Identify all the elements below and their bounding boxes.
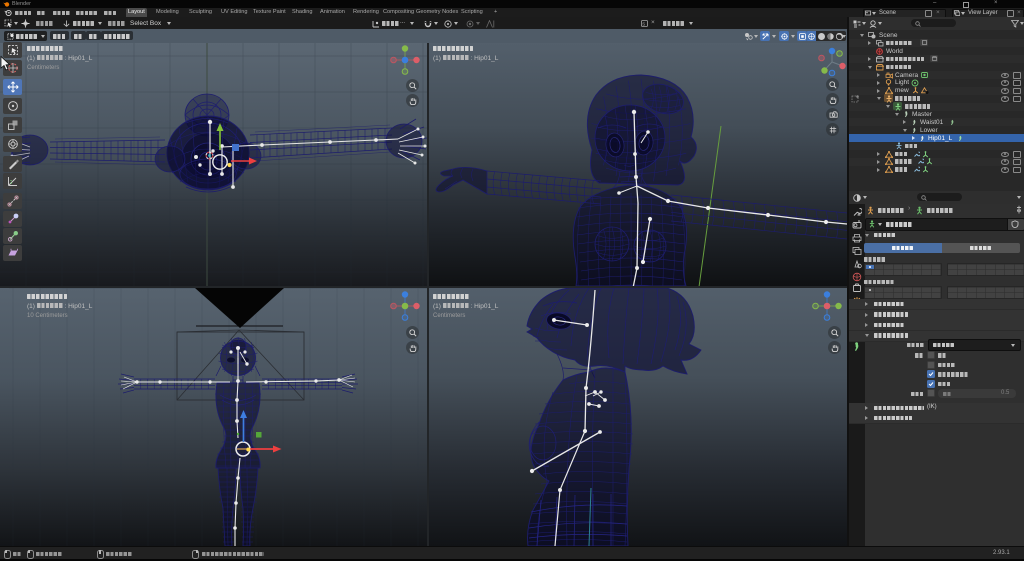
svg-text:S: S	[642, 21, 645, 26]
